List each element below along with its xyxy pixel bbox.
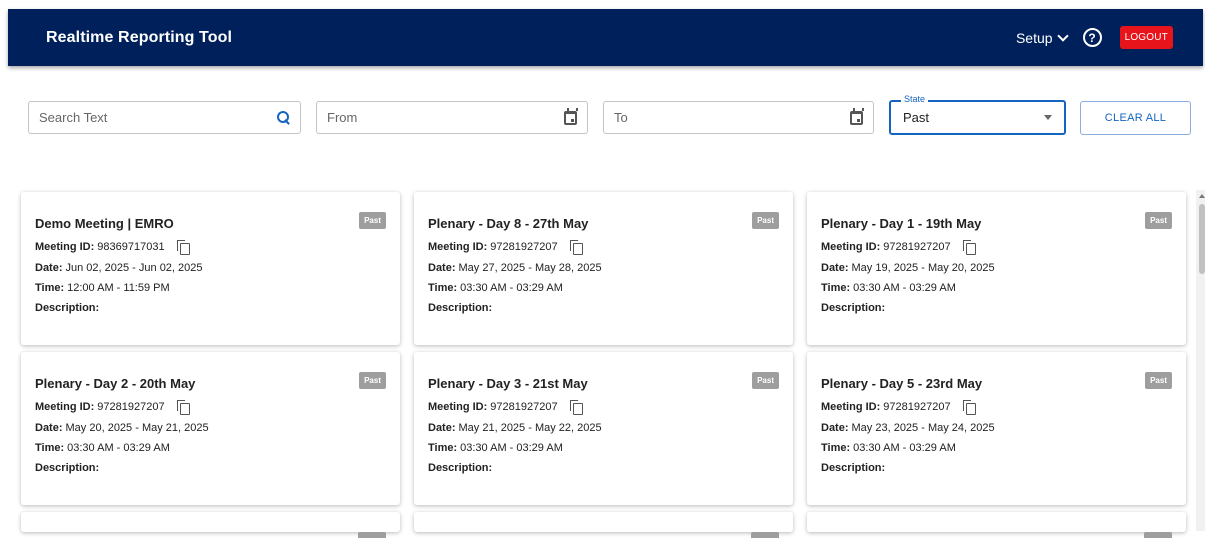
- from-date-input[interactable]: From: [316, 101, 588, 134]
- state-select-value: Past: [903, 110, 930, 125]
- status-badge: Past: [752, 212, 779, 229]
- dropdown-arrow-icon: [1044, 115, 1052, 120]
- state-select[interactable]: State Past: [889, 94, 1066, 135]
- meeting-card-partial[interactable]: [414, 512, 793, 538]
- time-value: 03:30 AM - 03:29 AM: [67, 442, 170, 454]
- chevron-down-icon: [1056, 29, 1069, 42]
- meeting-id-value: 97281927207: [490, 241, 558, 253]
- setup-menu-button[interactable]: Setup: [1015, 29, 1069, 46]
- meeting-card[interactable]: Plenary - Day 3 - 21st May Past Meeting …: [414, 352, 793, 505]
- from-placeholder: From: [327, 110, 358, 125]
- copy-icon[interactable]: [176, 400, 190, 415]
- meeting-id-label: Meeting ID:: [821, 401, 881, 413]
- meeting-title: Plenary - Day 3 - 21st May: [428, 376, 588, 391]
- meeting-title: Demo Meeting | EMRO: [35, 216, 174, 231]
- time-value: 03:30 AM - 03:29 AM: [853, 442, 956, 454]
- date-label: Date:: [35, 422, 63, 434]
- scroll-up-arrow-icon[interactable]: [1199, 194, 1205, 198]
- date-label: Date:: [821, 422, 849, 434]
- meeting-id-value: 97281927207: [883, 241, 951, 253]
- copy-icon[interactable]: [962, 400, 976, 415]
- meeting-card-partial[interactable]: [807, 512, 1186, 538]
- meeting-id-label: Meeting ID:: [428, 241, 488, 253]
- meeting-card[interactable]: Demo Meeting | EMRO Past Meeting ID: 9836…: [21, 192, 400, 345]
- search-input[interactable]: Search Text: [28, 101, 301, 134]
- help-circle-icon[interactable]: ?: [1082, 28, 1102, 47]
- date-label: Date:: [821, 262, 849, 274]
- description-label: Description:: [821, 462, 886, 474]
- description-label: Description:: [428, 302, 493, 314]
- status-badge: Past: [752, 372, 779, 389]
- app-title: Realtime Reporting Tool: [46, 28, 233, 46]
- copy-icon[interactable]: [569, 240, 583, 255]
- status-badge-partial: [358, 532, 386, 538]
- meeting-id-value: 97281927207: [883, 401, 951, 413]
- meeting-card[interactable]: Plenary - Day 1 - 19th May Past Meeting …: [807, 192, 1186, 345]
- meeting-id-label: Meeting ID:: [35, 241, 95, 253]
- calendar-icon[interactable]: [850, 107, 864, 125]
- calendar-icon[interactable]: [564, 107, 578, 125]
- time-label: Time:: [428, 442, 458, 454]
- meeting-card[interactable]: Plenary - Day 5 - 23rd May Past Meeting …: [807, 352, 1186, 505]
- status-badge: Past: [359, 372, 386, 389]
- meeting-id-value: 98369717031: [97, 241, 165, 253]
- date-label: Date:: [428, 422, 456, 434]
- description-label: Description:: [35, 462, 100, 474]
- logout-button[interactable]: LOGOUT: [1119, 26, 1173, 49]
- meeting-title: Plenary - Day 2 - 20th May: [35, 376, 196, 391]
- meeting-id-value: 97281927207: [97, 401, 165, 413]
- meeting-id-label: Meeting ID:: [428, 401, 488, 413]
- description-label: Description:: [821, 302, 886, 314]
- to-date-input[interactable]: To: [603, 101, 874, 134]
- time-label: Time:: [821, 282, 851, 294]
- clear-all-button[interactable]: CLEAR ALL: [1080, 101, 1191, 135]
- search-placeholder: Search Text: [39, 110, 108, 125]
- date-value: May 27, 2025 - May 28, 2025: [458, 262, 602, 274]
- status-badge: Past: [1145, 372, 1172, 389]
- state-select-label: State: [901, 94, 929, 104]
- meeting-title: Plenary - Day 5 - 23rd May: [821, 376, 983, 391]
- time-label: Time:: [428, 282, 458, 294]
- time-label: Time:: [821, 442, 851, 454]
- description-label: Description:: [428, 462, 493, 474]
- status-badge: Past: [1145, 212, 1172, 229]
- date-value: May 21, 2025 - May 22, 2025: [458, 422, 602, 434]
- time-label: Time:: [35, 282, 65, 294]
- date-value: May 23, 2025 - May 24, 2025: [851, 422, 995, 434]
- copy-icon[interactable]: [176, 240, 190, 255]
- date-label: Date:: [35, 262, 63, 274]
- meeting-card-partial[interactable]: [21, 512, 400, 538]
- meeting-card[interactable]: Plenary - Day 2 - 20th May Past Meeting …: [21, 352, 400, 505]
- scrollbar-thumb[interactable]: [1199, 204, 1205, 274]
- time-value: 03:30 AM - 03:29 AM: [460, 282, 563, 294]
- time-value: 03:30 AM - 03:29 AM: [460, 442, 563, 454]
- meeting-title: Plenary - Day 8 - 27th May: [428, 216, 589, 231]
- header-actions: Setup ? LOGOUT: [1016, 26, 1173, 49]
- description-label: Description:: [35, 302, 100, 314]
- status-badge: Past: [359, 212, 386, 229]
- status-badge-partial: [751, 532, 779, 538]
- meeting-card-grid: Demo Meeting | EMRO Past Meeting ID: 9836…: [21, 192, 1186, 538]
- to-placeholder: To: [614, 110, 628, 125]
- time-value: 12:00 AM - 11:59 PM: [67, 282, 170, 294]
- setup-label: Setup: [1015, 29, 1053, 46]
- status-badge-partial: [1144, 532, 1172, 538]
- search-icon[interactable]: [277, 111, 290, 124]
- meeting-id-label: Meeting ID:: [821, 241, 881, 253]
- copy-icon[interactable]: [962, 240, 976, 255]
- time-label: Time:: [35, 442, 65, 454]
- meeting-title: Plenary - Day 1 - 19th May: [821, 216, 982, 231]
- time-value: 03:30 AM - 03:29 AM: [853, 282, 956, 294]
- date-value: May 20, 2025 - May 21, 2025: [65, 422, 209, 434]
- copy-icon[interactable]: [569, 400, 583, 415]
- date-value: May 19, 2025 - May 20, 2025: [851, 262, 995, 274]
- date-label: Date:: [428, 262, 456, 274]
- meeting-id-value: 97281927207: [490, 401, 558, 413]
- top-app-bar: Realtime Reporting Tool Setup ? LOGOUT: [8, 9, 1203, 66]
- date-value: Jun 02, 2025 - Jun 02, 2025: [65, 262, 203, 274]
- meeting-card[interactable]: Plenary - Day 8 - 27th May Past Meeting …: [414, 192, 793, 345]
- meeting-id-label: Meeting ID:: [35, 401, 95, 413]
